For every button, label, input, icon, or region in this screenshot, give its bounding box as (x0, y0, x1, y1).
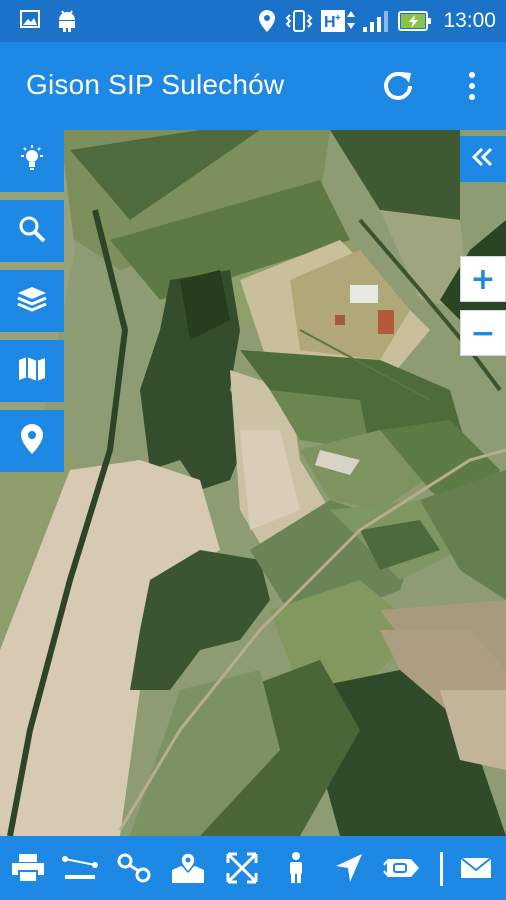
battery-charging-icon (398, 9, 432, 33)
search-button[interactable] (0, 200, 64, 262)
map-marker-icon[interactable] (168, 850, 208, 886)
more-vert-icon[interactable] (452, 64, 492, 108)
layers-button[interactable] (0, 270, 64, 332)
email-icon[interactable] (456, 850, 496, 886)
svg-text:+: + (335, 13, 341, 24)
collapse-panel-button[interactable] (460, 136, 506, 182)
signal-icon (362, 9, 390, 33)
person-icon[interactable] (276, 850, 316, 886)
print-icon[interactable] (8, 850, 48, 886)
lightbulb-icon (19, 144, 45, 178)
gallery-icon (20, 9, 40, 29)
zoom-in-button[interactable]: + (460, 256, 506, 302)
route-tag-icon[interactable] (382, 850, 422, 886)
map-icon (18, 356, 46, 387)
toolbar-separator (440, 852, 443, 886)
measure-distance-icon[interactable] (60, 850, 100, 886)
double-chevron-left-icon (471, 147, 494, 172)
fullscreen-icon[interactable] (222, 850, 262, 886)
location-pin-icon (20, 423, 44, 460)
android-icon (56, 9, 78, 33)
bottom-toolbar (0, 836, 506, 900)
location-button[interactable] (0, 410, 64, 472)
satellite-map[interactable] (0, 130, 506, 836)
vibrate-icon (284, 9, 314, 33)
app-title: Gison SIP Sulechów (26, 69, 285, 100)
hplus-network-icon: H + (320, 9, 360, 33)
svg-text:H: H (324, 14, 336, 31)
refresh-icon[interactable] (378, 64, 418, 108)
search-icon (18, 215, 46, 248)
navigation-icon[interactable] (328, 850, 368, 886)
status-time: 13:00 (443, 9, 496, 32)
layers-icon (17, 285, 47, 318)
location-icon (258, 9, 276, 33)
lightbulb-button[interactable] (0, 130, 64, 192)
link-icon[interactable] (114, 850, 154, 886)
app-bar: Gison SIP Sulechów (0, 42, 506, 130)
satellite-imagery (0, 130, 506, 836)
zoom-out-button[interactable]: − (460, 310, 506, 356)
status-bar: H + 13:00 (0, 0, 506, 42)
map-button[interactable] (0, 340, 64, 402)
